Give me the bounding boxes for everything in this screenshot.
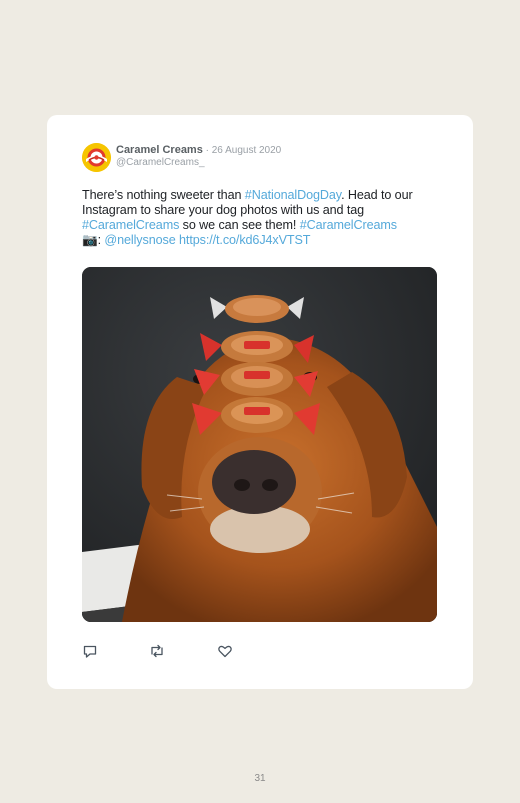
camera-icon: 📷 (82, 233, 98, 247)
retweet-icon (151, 644, 163, 658)
retweet-button[interactable] (149, 643, 165, 659)
like-button[interactable] (217, 643, 233, 659)
reply-button[interactable] (82, 643, 98, 659)
tweet-header: Caramel Creams · 26 August 2020 (116, 144, 281, 157)
mention-link[interactable]: @nellysnose (104, 233, 175, 247)
heart-icon (218, 645, 232, 658)
page-number: 31 (254, 773, 266, 784)
hashtag-link[interactable]: #CaramelCreams (300, 218, 397, 232)
url-link[interactable]: https://t.co/kd6J4xVTST (179, 233, 310, 247)
header-separator: · (202, 145, 212, 156)
tweet-date[interactable]: 26 August 2020 (212, 145, 282, 156)
tweet-text-part: so we can see them! (179, 218, 300, 232)
tweet-photo[interactable] (82, 267, 437, 622)
tweet-actions (82, 643, 282, 659)
author-name[interactable]: Caramel Creams (116, 144, 203, 156)
caramel-creams-logo-icon (82, 143, 111, 172)
tweet-card: Caramel Creams · 26 August 2020 @Caramel… (47, 115, 473, 689)
tweet-text-part: There’s nothing sweeter than (82, 188, 245, 202)
avatar[interactable] (82, 143, 111, 172)
tweet-text: There’s nothing sweeter than #NationalDo… (82, 188, 427, 248)
hashtag-link[interactable]: #CaramelCreams (82, 218, 179, 232)
reply-icon (83, 645, 97, 658)
author-handle[interactable]: @CaramelCreams_ (116, 157, 205, 168)
hashtag-link[interactable]: #NationalDogDay (245, 188, 341, 202)
dog-with-candies-image (82, 267, 437, 622)
